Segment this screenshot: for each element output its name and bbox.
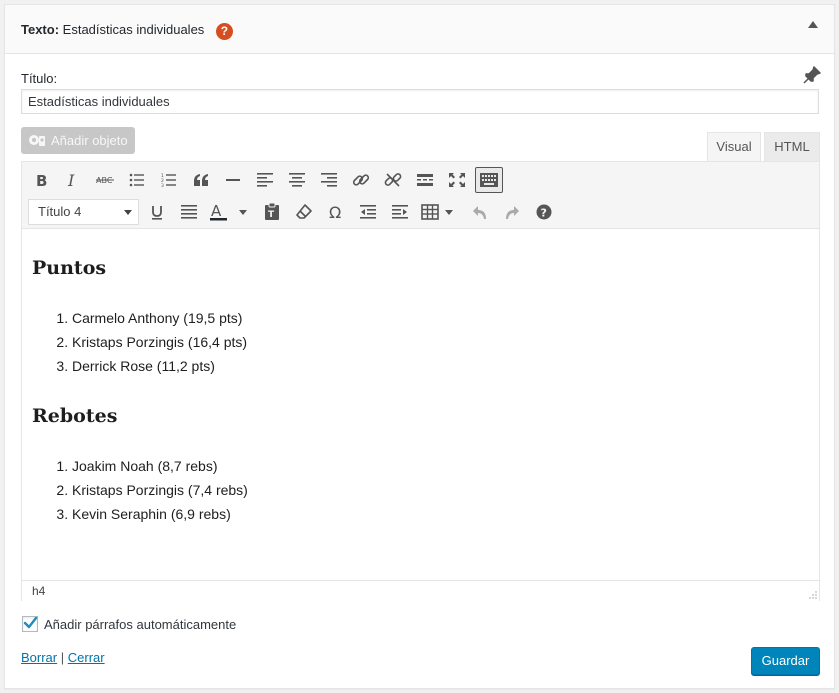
list-item: Kevin Seraphin (6,9 rebs) — [72, 502, 248, 526]
paste-text-icon[interactable]: T — [258, 199, 286, 225]
help-icon[interactable]: ? — [530, 199, 558, 225]
undo-icon[interactable] — [466, 199, 494, 225]
title-label: Título: — [21, 71, 58, 86]
editor-statusbar: h4 — [22, 580, 819, 601]
svg-text:Ω: Ω — [329, 204, 341, 220]
bullet-list-icon[interactable] — [123, 167, 151, 193]
add-media-button[interactable]: Añadir objeto — [21, 127, 135, 154]
list-item: Derrick Rose (11,2 pts) — [72, 354, 247, 378]
auto-paragraphs-option[interactable]: Añadir párrafos automáticamente — [22, 616, 236, 632]
text-widget: Texto: Estadísticas individuales ? Títul… — [4, 4, 835, 689]
underline-icon[interactable] — [143, 199, 171, 225]
editor-toolbar: B I ABC 123 Título 4 A T Ω ? — [22, 162, 819, 229]
widget-title-name: Estadísticas individuales — [62, 22, 205, 37]
align-right-icon[interactable] — [315, 167, 343, 193]
tab-html[interactable]: HTML — [764, 132, 820, 162]
list-item: Kristaps Porzingis (16,4 pts) — [72, 330, 247, 354]
read-more-icon[interactable] — [411, 167, 439, 193]
toolbar-toggle-icon[interactable] — [475, 167, 503, 193]
list-item: Kristaps Porzingis (7,4 rebs) — [72, 478, 248, 502]
link-icon[interactable] — [347, 167, 375, 193]
svg-text:A: A — [211, 203, 222, 220]
list-item: Carmelo Anthony (19,5 pts) — [72, 306, 247, 330]
redo-icon[interactable] — [498, 199, 526, 225]
editor: B I ABC 123 Título 4 A T Ω ? Puntos 1. C… — [21, 161, 820, 601]
widget-header[interactable]: Texto: Estadísticas individuales ? — [5, 5, 834, 54]
element-path[interactable]: h4 — [32, 584, 45, 598]
ordered-list: Joakim Noah (8,7 rebs) Kristaps Porzingi… — [32, 454, 248, 526]
collapse-arrow-icon[interactable] — [808, 21, 818, 28]
numbered-list-icon[interactable]: 123 — [155, 167, 183, 193]
svg-text:3: 3 — [161, 183, 164, 187]
pin-icon[interactable] — [802, 65, 822, 85]
tab-visual[interactable]: Visual — [707, 132, 761, 162]
widget-title-prefix: Texto: — [21, 22, 60, 37]
italic-icon[interactable]: I — [59, 167, 87, 193]
camera-icon — [29, 135, 45, 146]
auto-paragraphs-label: Añadir párrafos automáticamente — [44, 616, 237, 632]
blockquote-icon[interactable] — [187, 167, 215, 193]
svg-text:T: T — [268, 210, 275, 220]
add-media-label: Añadir objeto — [51, 133, 128, 148]
fullscreen-icon[interactable] — [443, 167, 471, 193]
widget-actions: Borrar | Cerrar — [21, 650, 105, 665]
editor-content[interactable]: Puntos Carmelo Anthony (19,5 pts) Krista… — [22, 229, 819, 579]
text-color-icon[interactable]: A — [206, 199, 252, 225]
help-icon[interactable]: ? — [215, 23, 233, 40]
unlink-icon[interactable] — [379, 167, 407, 193]
strikethrough-icon[interactable]: ABC — [91, 167, 119, 193]
separator: | — [60, 650, 65, 665]
indent-icon[interactable] — [386, 199, 414, 225]
table-icon[interactable] — [418, 199, 460, 225]
clear-formatting-icon[interactable] — [290, 199, 318, 225]
section-heading: Puntos — [32, 257, 107, 279]
justify-icon[interactable] — [175, 199, 203, 225]
align-center-icon[interactable] — [283, 167, 311, 193]
format-select[interactable]: Título 4 — [28, 199, 139, 225]
svg-text:I: I — [67, 172, 75, 188]
chevron-down-icon — [124, 210, 132, 215]
bold-icon[interactable]: B — [27, 167, 55, 193]
format-select-value: Título 4 — [38, 204, 82, 219]
widget-title: Texto: Estadísticas individuales ? — [21, 22, 233, 40]
resize-handle-icon[interactable] — [809, 591, 817, 599]
ordered-list: Carmelo Anthony (19,5 pts) Kristaps Porz… — [32, 306, 247, 378]
svg-text:?: ? — [541, 207, 547, 220]
checkmark-icon — [23, 616, 38, 629]
horizontal-rule-icon[interactable] — [219, 167, 247, 193]
align-left-icon[interactable] — [251, 167, 279, 193]
close-link[interactable]: Cerrar — [68, 650, 105, 665]
svg-text:B: B — [36, 172, 47, 188]
save-button[interactable]: Guardar — [751, 647, 820, 675]
title-input[interactable] — [21, 89, 819, 114]
delete-link[interactable]: Borrar — [21, 650, 57, 665]
list-item: Joakim Noah (8,7 rebs) — [72, 454, 248, 478]
section-heading: Rebotes — [32, 405, 118, 427]
outdent-icon[interactable] — [354, 199, 382, 225]
special-character-icon[interactable]: Ω — [322, 199, 350, 225]
auto-paragraphs-checkbox[interactable] — [22, 616, 38, 632]
